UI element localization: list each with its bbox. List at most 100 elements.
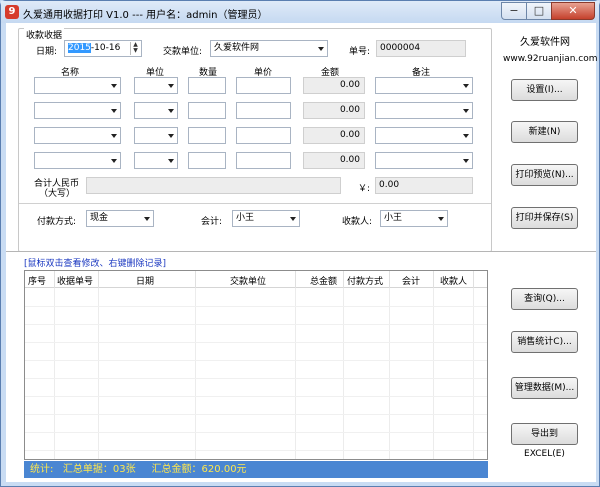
- grid-line: [25, 396, 487, 397]
- grid-line: [25, 324, 487, 325]
- item-qty-input[interactable]: [188, 77, 226, 94]
- payee-select[interactable]: 小王: [380, 210, 448, 227]
- records-table[interactable]: 序号 收据单号 日期 交款单位 总金额 付款方式 会计 收款人: [24, 270, 488, 460]
- item-amount: 0.00: [303, 152, 365, 169]
- export-excel-button[interactable]: 导出到EXCEL(E): [511, 423, 578, 459]
- payment-select[interactable]: 现金: [86, 210, 154, 227]
- grid-line: [25, 414, 487, 415]
- close-button[interactable]: ✕: [551, 2, 595, 20]
- grid-line: [25, 360, 487, 361]
- col-header-payment[interactable]: 付款方式: [347, 274, 383, 287]
- chevron-down-icon: [111, 134, 117, 138]
- item-name-select[interactable]: [34, 77, 121, 94]
- chevron-down-icon: [168, 109, 174, 113]
- column-divider: [98, 271, 99, 288]
- maximize-button[interactable]: □: [526, 2, 552, 20]
- chevron-down-icon: [168, 84, 174, 88]
- item-unit-select[interactable]: [134, 102, 178, 119]
- accountant-value: 小王: [236, 213, 255, 223]
- item-remark-select[interactable]: [375, 102, 473, 119]
- item-amount: 0.00: [303, 77, 365, 94]
- total-amount-field: 0.00: [375, 177, 473, 194]
- col-header-index[interactable]: 序号: [28, 274, 46, 287]
- column-divider: [433, 271, 434, 288]
- payment-label: 付款方式:: [37, 217, 77, 227]
- col-header-date[interactable]: 日期: [136, 274, 154, 287]
- sales-stats-button[interactable]: 销售统计C)...: [511, 331, 578, 353]
- query-button[interactable]: 查询(Q)...: [511, 288, 578, 310]
- col-header-receipt-no[interactable]: 收据单号: [57, 274, 93, 287]
- new-button[interactable]: 新建(N): [511, 121, 578, 143]
- date-label: 日期:: [36, 47, 58, 57]
- section-divider: [6, 251, 596, 252]
- grid-line: [54, 288, 55, 459]
- status-total-count: 汇总单据：03张: [62, 464, 136, 475]
- payer-value: 久爱软件网: [214, 43, 260, 53]
- item-remark-select[interactable]: [375, 127, 473, 144]
- item-unit-select[interactable]: [134, 152, 178, 169]
- column-divider: [54, 271, 55, 288]
- item-amount: 0.00: [303, 127, 365, 144]
- grid-line: [389, 288, 390, 459]
- item-name-select[interactable]: [34, 102, 121, 119]
- total-upper-field: [86, 177, 341, 194]
- item-name-select[interactable]: [34, 127, 121, 144]
- payer-select[interactable]: 久爱软件网: [210, 40, 328, 57]
- chevron-down-icon: [111, 159, 117, 163]
- item-price-input[interactable]: [236, 77, 291, 94]
- chevron-down-icon: [463, 109, 469, 113]
- chevron-down-icon: [111, 109, 117, 113]
- number-label: 单号:: [349, 47, 371, 57]
- date-year-selected: 2015: [68, 43, 91, 53]
- column-divider: [389, 271, 390, 288]
- item-unit-select[interactable]: [134, 77, 178, 94]
- app-window: 9 久爱通用收据打印 V1.0 --- 用户名：admin（管理员） − □ ✕…: [0, 0, 600, 487]
- main-panel: 收款收据 日期: 2015-10-16 ▲ ▼ 交款单位: 久爱软件网 单号: 0…: [6, 23, 598, 482]
- col-header-accountant[interactable]: 会计: [402, 274, 420, 287]
- chevron-down-icon: [168, 159, 174, 163]
- settings-button[interactable]: 设置(I)...: [511, 79, 578, 101]
- title-bar[interactable]: 9 久爱通用收据打印 V1.0 --- 用户名：admin（管理员） − □ ✕: [1, 1, 599, 23]
- column-divider: [295, 271, 296, 288]
- item-name-select[interactable]: [34, 152, 121, 169]
- grid-line: [343, 288, 344, 459]
- status-bar: 统计: 汇总单据：03张 汇总金额：620.00元: [24, 461, 488, 478]
- records-hint: [鼠标双击查看修改、右键删除记录]: [24, 259, 167, 269]
- date-rest: -10-16: [90, 43, 121, 53]
- col-header-payee[interactable]: 收款人: [440, 274, 467, 287]
- item-unit-select[interactable]: [134, 127, 178, 144]
- column-divider: [343, 271, 344, 288]
- receipt-group-title: 收款收据: [24, 28, 65, 41]
- chevron-down-icon: [290, 217, 296, 221]
- date-picker[interactable]: 2015-10-16 ▲ ▼: [64, 40, 142, 57]
- accountant-select[interactable]: 小王: [232, 210, 300, 227]
- window-title: 久爱通用收据打印 V1.0 --- 用户名：admin（管理员）: [23, 10, 268, 21]
- item-remark-select[interactable]: [375, 77, 473, 94]
- payee-label: 收款人:: [342, 217, 373, 227]
- date-spinner-icon[interactable]: ▲ ▼: [130, 42, 140, 55]
- number-field: 0000004: [376, 40, 466, 57]
- grid-line: [195, 288, 196, 459]
- item-qty-input[interactable]: [188, 102, 226, 119]
- yen-label: ￥:: [358, 184, 371, 194]
- grid-line: [25, 342, 487, 343]
- item-qty-input[interactable]: [188, 127, 226, 144]
- app-icon: 9: [5, 5, 19, 19]
- col-header-total[interactable]: 总金额: [310, 274, 337, 287]
- item-price-input[interactable]: [236, 102, 291, 119]
- print-save-button[interactable]: 打印并保存(S): [511, 207, 578, 229]
- chevron-down-icon: [463, 134, 469, 138]
- item-qty-input[interactable]: [188, 152, 226, 169]
- chevron-down-icon: [168, 134, 174, 138]
- item-remark-select[interactable]: [375, 152, 473, 169]
- item-amount: 0.00: [303, 102, 365, 119]
- item-price-input[interactable]: [236, 152, 291, 169]
- col-header-payer[interactable]: 交款单位: [230, 274, 266, 287]
- print-preview-button[interactable]: 打印预览(N)...: [511, 164, 578, 186]
- chevron-down-icon: [144, 217, 150, 221]
- chevron-down-icon: [318, 47, 324, 51]
- manage-data-button[interactable]: 管理数据(M)...: [511, 377, 578, 399]
- minimize-button[interactable]: −: [501, 2, 527, 20]
- column-divider: [195, 271, 196, 288]
- item-price-input[interactable]: [236, 127, 291, 144]
